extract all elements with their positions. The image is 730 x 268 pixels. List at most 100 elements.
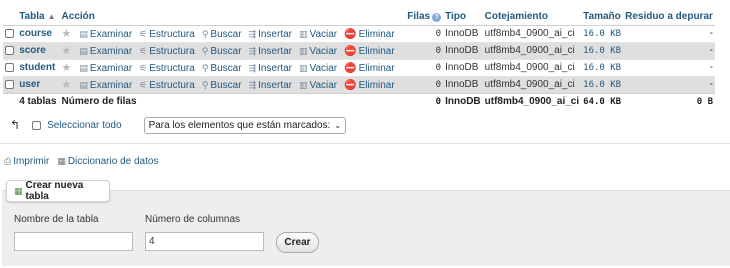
empty-action[interactable]: ▥ Vaciar — [299, 63, 337, 74]
help-icon[interactable]: ? — [432, 12, 442, 22]
empty-icon: ▥ — [299, 29, 308, 39]
search-action[interactable]: ⚲ Buscar — [202, 46, 242, 57]
table-row: student ★ ▤ Examinar ⚟ Estructura ⚲ Buscar ⇶ Inse… — [3, 58, 715, 76]
search-icon: ⚲ — [201, 80, 209, 90]
row-checkbox[interactable] — [5, 79, 14, 89]
insert-action[interactable]: ⇶ Insertar — [249, 46, 292, 57]
table-name-input[interactable] — [14, 232, 133, 251]
header-size[interactable]: Tamaño — [581, 8, 624, 26]
table-footer-row: 4 tablas Número de filas 0 InnoDB utf8mb… — [3, 92, 715, 110]
browse-action[interactable]: ▤ Examinar — [79, 29, 132, 40]
search-action[interactable]: ⚲ Buscar — [202, 29, 242, 40]
table-name-link[interactable]: course — [19, 28, 52, 39]
row-size[interactable]: 16.0 KB — [581, 75, 624, 93]
row-checkbox-cell — [3, 24, 18, 42]
empty-action[interactable]: ▥ Vaciar — [299, 29, 337, 40]
structure-action[interactable]: ⚟ Estructura — [139, 63, 195, 74]
header-collation[interactable]: Cotejamiento — [482, 8, 582, 26]
structure-action[interactable]: ⚟ Estructura — [139, 80, 195, 91]
row-checkbox[interactable] — [5, 45, 14, 55]
structure-action[interactable]: ⚟ Estructura — [139, 29, 195, 40]
search-action[interactable]: ⚲ Buscar — [202, 63, 242, 74]
row-actions: ★ ▤ Examinar ⚟ Estructura ⚲ Buscar ⇶ Insertar ▥ Va… — [59, 41, 405, 59]
select-all-checkbox[interactable] — [32, 120, 42, 130]
row-actions: ★ ▤ Examinar ⚟ Estructura ⚲ Buscar ⇶ Insertar ▥ Va… — [59, 58, 405, 76]
row-overhead: - — [623, 58, 715, 76]
with-selected-dropdown[interactable]: Para los elementos que están marcados: ⌄ — [143, 116, 347, 134]
star-icon[interactable]: ★ — [62, 45, 72, 57]
header-rows[interactable]: Filas? — [404, 8, 444, 26]
row-size[interactable]: 16.0 KB — [581, 58, 624, 76]
search-action[interactable]: ⚲ Buscar — [202, 80, 242, 91]
footer-type: InnoDB — [443, 92, 483, 110]
row-checkbox[interactable] — [5, 28, 14, 38]
footer-count: 4 tablas — [17, 92, 60, 110]
bulk-select-bar: ↰ Seleccionar todo Para los elementos qu… — [10, 116, 347, 134]
table-name-link[interactable]: student — [19, 62, 55, 73]
row-count: 0 — [404, 75, 444, 93]
row-actions: ★ ▤ Examinar ⚟ Estructura ⚲ Buscar ⇶ Insertar ▥ Va… — [59, 75, 405, 93]
print-icon: ⎙ — [4, 156, 12, 166]
drop-action[interactable]: ⛔ Eliminar — [344, 46, 395, 57]
row-count: 0 — [404, 24, 444, 42]
insert-action[interactable]: ⇶ Insertar — [249, 80, 292, 91]
row-overhead: - — [623, 75, 715, 93]
create-button[interactable]: Crear — [276, 232, 319, 253]
dictionary-icon: ▦ — [57, 156, 66, 166]
footer-overhead: 0 B — [623, 92, 715, 110]
search-icon: ⚲ — [201, 63, 209, 73]
table-name-link[interactable]: user — [19, 79, 40, 90]
print-link[interactable]: ⎙ Imprimir — [4, 156, 49, 167]
footer-rows: 0 — [404, 92, 444, 110]
table-name-label: Nombre de la tabla — [14, 214, 99, 225]
header-type[interactable]: Tipo — [443, 8, 483, 26]
row-count: 0 — [404, 58, 444, 76]
star-icon[interactable]: ★ — [62, 79, 72, 91]
row-overhead: - — [623, 24, 715, 42]
header-overhead[interactable]: Residuo a depurar — [623, 8, 715, 26]
row-actions: ★ ▤ Examinar ⚟ Estructura ⚲ Buscar ⇶ Insertar ▥ Va… — [59, 24, 405, 42]
row-collation: utf8mb4_0900_ai_ci — [482, 58, 582, 76]
utility-links: ⎙ Imprimir ▦ Diccionario de datos — [4, 156, 158, 167]
browse-action[interactable]: ▤ Examinar — [79, 63, 132, 74]
structure-icon: ⚟ — [139, 63, 148, 73]
star-icon[interactable]: ★ — [62, 62, 72, 74]
row-size[interactable]: 16.0 KB — [581, 41, 624, 59]
browse-icon: ▤ — [79, 63, 88, 73]
search-icon: ⚲ — [201, 46, 209, 56]
browse-icon: ▤ — [79, 80, 88, 90]
table-row: user ★ ▤ Examinar ⚟ Estructura ⚲ Buscar ⇶ Inserta… — [3, 75, 715, 93]
table-row: score ★ ▤ Examinar ⚟ Estructura ⚲ Buscar ⇶ Insert… — [3, 41, 715, 59]
drop-action[interactable]: ⛔ Eliminar — [344, 63, 395, 74]
browse-action[interactable]: ▤ Examinar — [79, 46, 132, 57]
drop-action[interactable]: ⛔ Eliminar — [344, 80, 395, 91]
row-type: InnoDB — [443, 24, 483, 42]
structure-action[interactable]: ⚟ Estructura — [139, 46, 195, 57]
drop-action[interactable]: ⛔ Eliminar — [344, 29, 395, 40]
data-dictionary-link[interactable]: ▦ Diccionario de datos — [57, 156, 158, 167]
insert-action[interactable]: ⇶ Insertar — [249, 63, 292, 74]
row-size[interactable]: 16.0 KB — [581, 24, 624, 42]
insert-action[interactable]: ⇶ Insertar — [249, 29, 292, 40]
empty-action[interactable]: ▥ Vaciar — [299, 80, 337, 91]
new-table-icon: ▦ — [14, 185, 23, 196]
create-table-panel — [2, 190, 730, 266]
columns-count-label: Número de columnas — [145, 214, 241, 225]
table-name-link[interactable]: score — [19, 45, 46, 56]
empty-action[interactable]: ▥ Vaciar — [299, 46, 337, 57]
create-table-tab[interactable]: ▦ Crear nueva tabla — [6, 180, 110, 202]
row-type: InnoDB — [443, 41, 483, 59]
row-checkbox[interactable] — [5, 62, 14, 72]
drop-icon: ⛔ — [344, 80, 357, 91]
columns-count-input[interactable]: 4 — [145, 232, 264, 251]
row-type: InnoDB — [443, 75, 483, 93]
select-all-label[interactable]: Seleccionar todo — [47, 120, 122, 131]
row-count: 0 — [404, 41, 444, 59]
row-overhead: - — [623, 41, 715, 59]
sort-asc-icon: ▲ — [47, 11, 56, 21]
star-icon[interactable]: ★ — [62, 28, 72, 40]
header-table[interactable]: Tabla ▲ — [17, 8, 60, 26]
browse-action[interactable]: ▤ Examinar — [79, 80, 132, 91]
row-collation: utf8mb4_0900_ai_ci — [482, 75, 582, 93]
insert-icon: ⇶ — [248, 46, 257, 56]
